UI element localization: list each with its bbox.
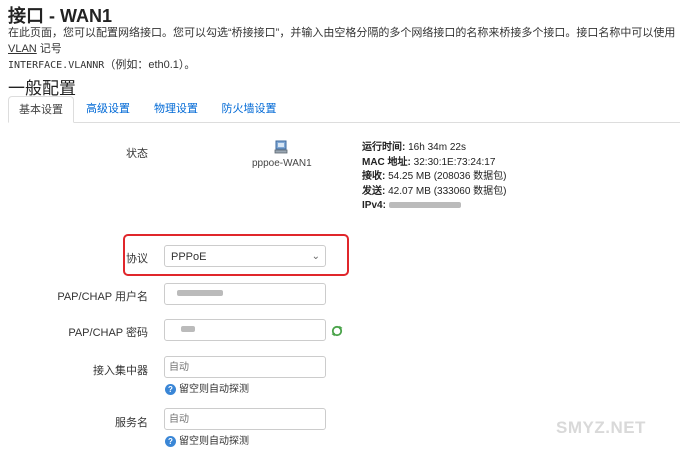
service-hint-text: 留空则自动探测: [179, 436, 249, 447]
interface-name: pppoe-WAN1: [252, 158, 312, 169]
status-label: 状态: [126, 148, 148, 160]
vlan-link[interactable]: VLAN: [8, 43, 37, 55]
tx-value: 42.07 MB (333060 数据包): [388, 185, 507, 197]
info-icon: ?: [165, 383, 176, 395]
page-description: 在此页面，您可以配置网络接口。您可以勾选“桥接接口”，并输入由空格分隔的多个网络…: [8, 25, 678, 74]
description-code: INTERFACE.VLANNR: [8, 60, 105, 71]
watermark: SMYZ.NET: [556, 418, 646, 437]
password-label: PAP/CHAP 密码: [68, 327, 148, 339]
interface-info: 运行时间: 16h 34m 22s MAC 地址: 32:30:1E:73:24…: [362, 141, 507, 214]
service-input[interactable]: [164, 408, 326, 430]
mac-value: 32:30:1E:73:24:17: [413, 156, 496, 168]
password-field[interactable]: [164, 319, 326, 341]
ipv4-value-redacted: [388, 202, 461, 209]
ipv4-label: IPv4:: [362, 200, 386, 211]
info-icon: ?: [165, 435, 176, 447]
tab-physical-settings[interactable]: 物理设置: [146, 96, 206, 122]
description-text-1: 在此页面，您可以配置网络接口。您可以勾选“桥接接口”，并输入由空格分隔的多个网络…: [8, 27, 676, 39]
tab-firewall-settings[interactable]: 防火墙设置: [213, 96, 285, 122]
protocol-label: 协议: [126, 253, 148, 265]
mac-label: MAC 地址:: [362, 156, 411, 168]
service-label: 服务名: [115, 417, 148, 429]
uptime-label: 运行时间:: [362, 142, 406, 153]
protocol-select[interactable]: PPPoE ⌄: [164, 245, 326, 267]
tab-bar: 基本设置 高级设置 物理设置 防火墙设置: [8, 96, 680, 123]
tab-basic-settings[interactable]: 基本设置: [8, 96, 74, 123]
username-redacted: [177, 290, 223, 297]
username-label: PAP/CHAP 用户名: [57, 291, 148, 303]
service-hint: ? 留空则自动探测: [165, 432, 249, 447]
refresh-reveal-icon[interactable]: [331, 324, 343, 337]
username-field[interactable]: [164, 283, 326, 305]
uptime-value: 16h 34m 22s: [408, 142, 466, 153]
concentrator-hint-text: 留空则自动探测: [179, 384, 249, 395]
rx-label: 接收:: [362, 171, 386, 182]
tab-advanced-settings[interactable]: 高级设置: [78, 96, 138, 122]
tx-label: 发送:: [362, 185, 386, 197]
concentrator-hint: ? 留空则自动探测: [165, 380, 249, 395]
description-text-4: （例如：eth0.1）。: [104, 59, 196, 71]
description-text-2: 记号: [36, 43, 62, 55]
concentrator-label: 接入集中器: [93, 365, 148, 377]
concentrator-input[interactable]: [164, 356, 326, 378]
protocol-select-value: PPPoE: [171, 251, 207, 263]
password-redacted: [181, 326, 195, 333]
rx-value: 54.25 MB (208036 数据包): [388, 171, 507, 182]
network-interface-icon: [274, 140, 288, 154]
chevron-down-icon: ⌄: [311, 251, 320, 262]
